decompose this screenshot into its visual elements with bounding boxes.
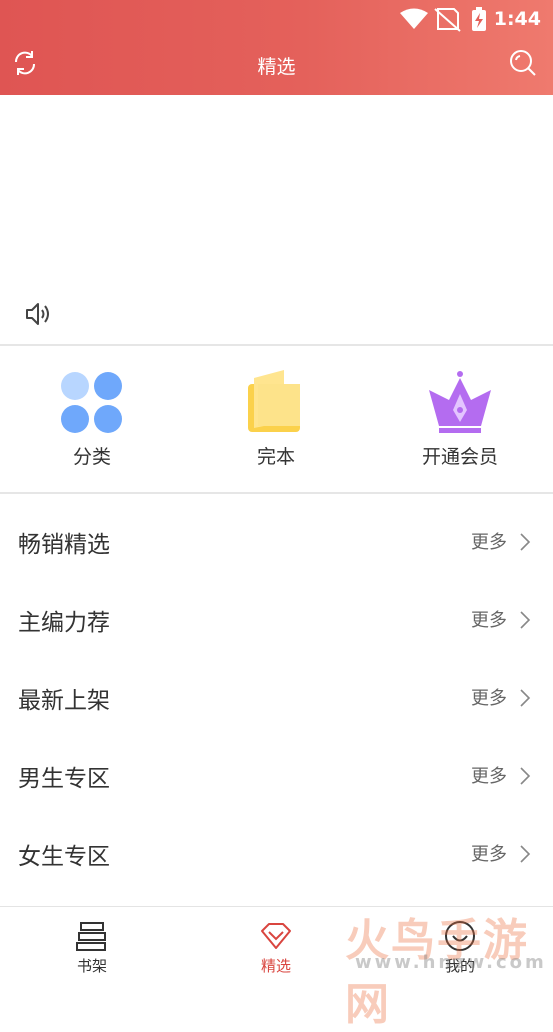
section-row[interactable]: 主编力荐 更多 bbox=[0, 581, 553, 659]
no-sim-icon bbox=[434, 8, 461, 32]
chevron-right-icon bbox=[520, 845, 531, 863]
speaker-icon[interactable] bbox=[24, 300, 52, 328]
quick-action-label: 分类 bbox=[72, 446, 111, 468]
section-title: 女生专区 bbox=[18, 844, 110, 870]
chevron-right-icon bbox=[520, 611, 531, 629]
section-title: 最新上架 bbox=[18, 688, 110, 714]
status-time: 1:44 bbox=[493, 8, 541, 30]
crown-icon bbox=[429, 371, 491, 433]
section-title: 畅销精选 bbox=[18, 532, 110, 558]
quick-action-completed[interactable]: 完本 bbox=[184, 370, 368, 469]
watermark-url: www.hnzw.com bbox=[355, 952, 547, 973]
more-link[interactable]: 更多 bbox=[471, 684, 507, 710]
more-link[interactable]: 更多 bbox=[471, 762, 507, 788]
section-row[interactable]: 最新上架 更多 bbox=[0, 659, 553, 737]
section-row[interactable]: 畅销精选 更多 bbox=[0, 503, 553, 581]
watermark: 火鸟手游网 www.hnzw.com bbox=[345, 904, 547, 1030]
app-header: 1:44 精选 bbox=[0, 0, 553, 95]
dots-grid-icon bbox=[61, 372, 122, 433]
quick-action-vip[interactable]: 开通会员 bbox=[368, 370, 552, 469]
tab-label: 书架 bbox=[76, 957, 107, 975]
diamond-icon bbox=[261, 923, 291, 949]
quick-action-category[interactable]: 分类 bbox=[0, 370, 184, 469]
tab-label: 精选 bbox=[260, 957, 291, 975]
bookshelf-icon bbox=[76, 922, 106, 951]
book-icon bbox=[248, 370, 300, 432]
chevron-right-icon bbox=[520, 689, 531, 707]
section-row[interactable]: 男生专区 更多 bbox=[0, 737, 553, 815]
page-title: 精选 bbox=[257, 56, 296, 78]
tab-featured[interactable]: 精选 bbox=[184, 907, 368, 984]
banner-area[interactable] bbox=[0, 95, 553, 344]
tab-bookshelf[interactable]: 书架 bbox=[0, 907, 184, 984]
chevron-right-icon bbox=[520, 533, 531, 551]
wifi-icon bbox=[400, 8, 428, 29]
section-title: 男生专区 bbox=[18, 766, 110, 792]
more-link[interactable]: 更多 bbox=[471, 606, 507, 632]
quick-action-label: 完本 bbox=[256, 446, 295, 468]
section-row[interactable]: 女生专区 更多 bbox=[0, 815, 553, 893]
search-icon[interactable] bbox=[508, 48, 538, 78]
divider bbox=[0, 492, 553, 494]
section-title: 主编力荐 bbox=[18, 610, 110, 636]
more-link[interactable]: 更多 bbox=[471, 528, 507, 554]
more-link[interactable]: 更多 bbox=[471, 840, 507, 866]
status-icons bbox=[400, 7, 486, 32]
chevron-right-icon bbox=[520, 767, 531, 785]
divider bbox=[0, 344, 553, 346]
battery-icon bbox=[472, 7, 486, 31]
quick-action-label: 开通会员 bbox=[421, 446, 498, 468]
